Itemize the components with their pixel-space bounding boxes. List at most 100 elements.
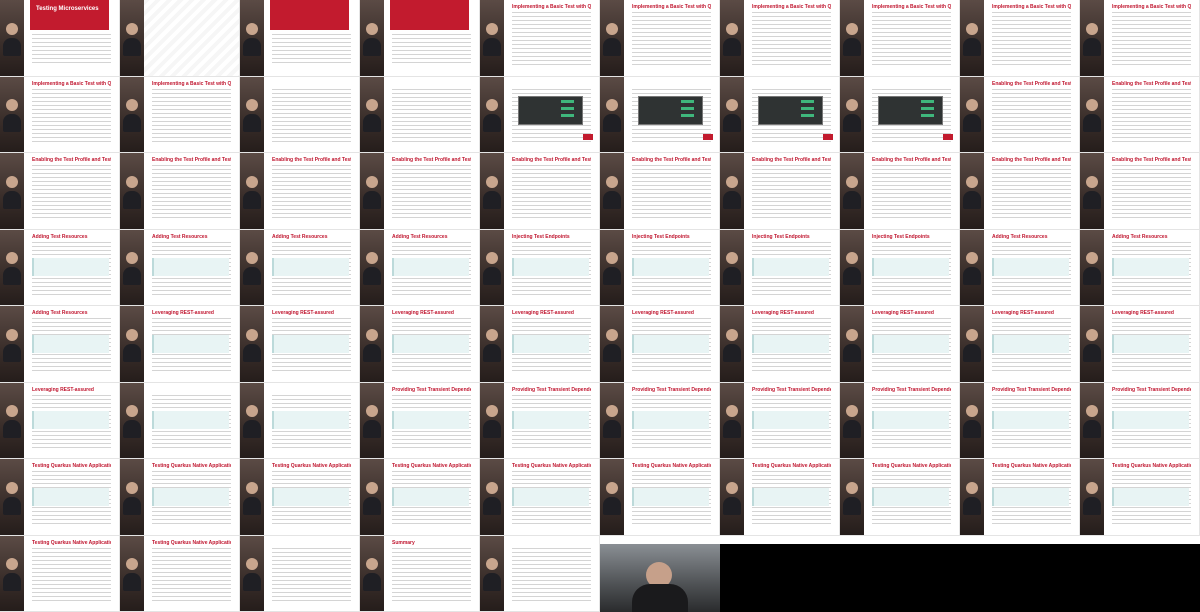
page-thumbnail[interactable]: Implementing a Basic Test with Quarkus: [480, 0, 600, 77]
book-page: Testing Quarkus Native Applications: [504, 459, 599, 535]
page-thumbnail[interactable]: Testing Quarkus Native Applications: [0, 459, 120, 536]
presenter-video-strip: [0, 306, 24, 382]
section-heading: Leveraging REST-assured: [32, 386, 94, 393]
page-thumbnail[interactable]: Enabling the Test Profile and Test Confi…: [840, 153, 960, 230]
page-thumbnail[interactable]: Providing Test Transient Dependencies: [720, 382, 840, 459]
text-lines: [992, 88, 1071, 142]
page-thumbnail[interactable]: Injecting Test Endpoints: [720, 229, 840, 306]
page-thumbnail[interactable]: Leveraging REST-assured: [960, 306, 1080, 383]
page-thumbnail[interactable]: Leveraging REST-assured: [120, 306, 240, 383]
page-thumbnail[interactable]: Providing Test Transient Dependencies: [600, 382, 720, 459]
presenter-video-strip: [600, 382, 624, 458]
book-page: Adding Test Resources: [984, 229, 1079, 305]
page-thumbnail[interactable]: [360, 76, 480, 153]
book-page: [504, 76, 599, 152]
presenter-video-strip: [960, 76, 984, 152]
page-thumbnail[interactable]: [360, 0, 480, 77]
page-thumbnail[interactable]: Providing Test Transient Dependencies: [480, 382, 600, 459]
page-thumbnail[interactable]: Implementing a Basic Test with Quarkus: [120, 76, 240, 153]
page-thumbnail[interactable]: [480, 76, 600, 153]
page-thumbnail[interactable]: Enabling the Test Profile and Test Confi…: [240, 153, 360, 230]
page-thumbnail[interactable]: Testing Quarkus Native Applications: [480, 459, 600, 536]
page-thumbnail[interactable]: Adding Test Resources: [1080, 229, 1200, 306]
page-thumbnail[interactable]: [720, 76, 840, 153]
book-page: Implementing a Basic Test with Quarkus: [504, 0, 599, 76]
code-block: [272, 258, 349, 277]
page-thumbnail[interactable]: Implementing a Basic Test with Quarkus: [720, 0, 840, 77]
page-thumbnail[interactable]: Enabling the Test Profile and Test Confi…: [720, 153, 840, 230]
page-thumbnail[interactable]: Providing Test Transient Dependencies: [840, 382, 960, 459]
page-thumbnail[interactable]: Testing Quarkus Native Applications: [0, 535, 120, 612]
page-thumbnail[interactable]: Adding Test Resources: [0, 229, 120, 306]
page-thumbnail[interactable]: Leveraging REST-assured: [840, 306, 960, 383]
page-thumbnail[interactable]: Leveraging REST-assured: [1080, 306, 1200, 383]
page-thumbnail[interactable]: Adding Test Resources: [960, 229, 1080, 306]
page-thumbnail[interactable]: Adding Test Resources: [240, 229, 360, 306]
page-thumbnail[interactable]: Leveraging REST-assured: [240, 306, 360, 383]
page-thumbnail[interactable]: Enabling the Test Profile and Test Confi…: [480, 153, 600, 230]
page-thumbnail[interactable]: Implementing a Basic Test with Quarkus: [0, 76, 120, 153]
page-thumbnail[interactable]: Summary: [360, 535, 480, 612]
page-thumbnail[interactable]: [600, 76, 720, 153]
page-thumbnail[interactable]: Leveraging REST-assured: [360, 306, 480, 383]
page-thumbnail[interactable]: Testing Quarkus Native Applications: [840, 459, 960, 536]
page-thumbnail[interactable]: [240, 0, 360, 77]
page-thumbnail[interactable]: Enabling the Test Profile and Test Confi…: [960, 76, 1080, 153]
page-thumbnail[interactable]: Implementing a Basic Test with Quarkus: [840, 0, 960, 77]
page-thumbnail[interactable]: Implementing a Basic Test with Quarkus: [1080, 0, 1200, 77]
page-thumbnail[interactable]: Testing Quarkus Native Applications: [120, 459, 240, 536]
book-page: Injecting Test Endpoints: [864, 229, 959, 305]
page-thumbnail[interactable]: Providing Test Transient Dependencies: [360, 382, 480, 459]
page-thumbnail[interactable]: Injecting Test Endpoints: [480, 229, 600, 306]
book-page: Leveraging REST-assured: [264, 306, 359, 382]
page-thumbnail[interactable]: Providing Test Transient Dependencies: [960, 382, 1080, 459]
page-thumbnail[interactable]: Injecting Test Endpoints: [840, 229, 960, 306]
page-thumbnail[interactable]: Leveraging REST-assured: [480, 306, 600, 383]
presenter-video-strip: [120, 535, 144, 611]
page-thumbnail[interactable]: [240, 382, 360, 459]
book-page: Enabling the Test Profile and Test Confi…: [624, 153, 719, 229]
page-thumbnail[interactable]: [120, 0, 240, 77]
page-thumbnail[interactable]: Enabling the Test Profile and Test Confi…: [1080, 76, 1200, 153]
presenter-video-strip: [0, 382, 24, 458]
presenter-video-thumbnail[interactable]: [600, 544, 720, 612]
page-thumbnail[interactable]: Testing Quarkus Native Applications: [240, 459, 360, 536]
section-heading: Implementing a Basic Test with Quarkus: [152, 80, 231, 87]
page-thumbnail[interactable]: Testing Microservices: [0, 0, 120, 77]
page-thumbnail[interactable]: Enabling the Test Profile and Test Confi…: [120, 153, 240, 230]
page-thumbnail[interactable]: Implementing a Basic Test with Quarkus: [960, 0, 1080, 77]
page-thumbnail[interactable]: Leveraging REST-assured: [720, 306, 840, 383]
page-thumbnail[interactable]: Adding Test Resources: [360, 229, 480, 306]
page-thumbnail[interactable]: Testing Quarkus Native Applications: [960, 459, 1080, 536]
book-page: Enabling the Test Profile and Test Confi…: [264, 153, 359, 229]
page-thumbnail[interactable]: Leveraging REST-assured: [0, 382, 120, 459]
page-thumbnail[interactable]: Testing Quarkus Native Applications: [360, 459, 480, 536]
page-thumbnail[interactable]: Enabling the Test Profile and Test Confi…: [0, 153, 120, 230]
page-thumbnail[interactable]: Testing Quarkus Native Applications: [600, 459, 720, 536]
page-thumbnail[interactable]: Enabling the Test Profile and Test Confi…: [360, 153, 480, 230]
page-thumbnail[interactable]: [240, 76, 360, 153]
page-thumbnail[interactable]: [120, 382, 240, 459]
book-page: Providing Test Transient Dependencies: [384, 382, 479, 458]
page-thumbnail[interactable]: Injecting Test Endpoints: [600, 229, 720, 306]
page-thumbnail[interactable]: Testing Quarkus Native Applications: [1080, 459, 1200, 536]
code-block: [272, 411, 349, 430]
page-thumbnail[interactable]: Enabling the Test Profile and Test Confi…: [1080, 153, 1200, 230]
page-thumbnail[interactable]: [480, 535, 600, 612]
page-thumbnail[interactable]: Enabling the Test Profile and Test Confi…: [600, 153, 720, 230]
code-block: [512, 487, 589, 506]
presenter-video-strip: [480, 229, 504, 305]
page-thumbnail[interactable]: Leveraging REST-assured: [600, 306, 720, 383]
page-thumbnail[interactable]: Adding Test Resources: [120, 229, 240, 306]
page-thumbnail[interactable]: [840, 76, 960, 153]
page-thumbnail[interactable]: Adding Test Resources: [0, 306, 120, 383]
presenter-video-strip: [1080, 382, 1104, 458]
page-thumbnail[interactable]: Enabling the Test Profile and Test Confi…: [960, 153, 1080, 230]
page-thumbnail[interactable]: [240, 535, 360, 612]
page-thumbnail[interactable]: Providing Test Transient Dependencies: [1080, 382, 1200, 459]
book-page: Enabling the Test Profile and Test Confi…: [384, 153, 479, 229]
text-lines: [1112, 12, 1191, 66]
page-thumbnail[interactable]: Implementing a Basic Test with Quarkus: [600, 0, 720, 77]
page-thumbnail[interactable]: Testing Quarkus Native Applications: [120, 535, 240, 612]
page-thumbnail[interactable]: Testing Quarkus Native Applications: [720, 459, 840, 536]
